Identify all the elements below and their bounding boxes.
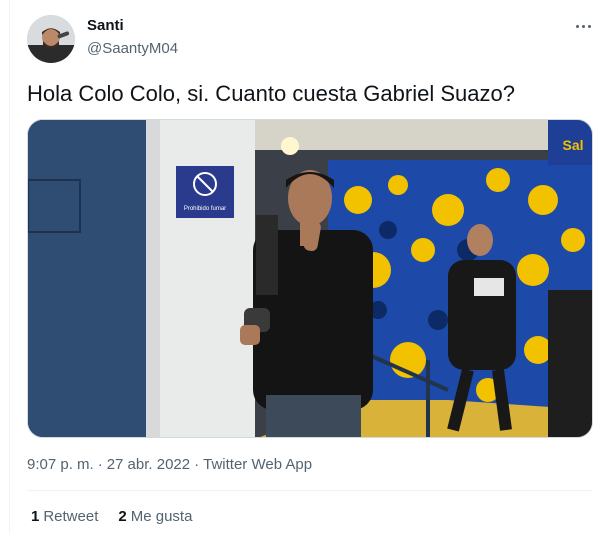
tweet-photo[interactable]: Prohibido fumar Sal — [27, 119, 593, 438]
author-handle[interactable]: @SaantyM04 — [87, 40, 178, 57]
tweet-time[interactable]: 9:07 p. m. — [27, 456, 94, 473]
no-smoking-sign-text: Prohibido fumar — [184, 206, 226, 212]
more-options-button[interactable] — [571, 14, 595, 38]
timeline-border — [9, 0, 10, 533]
author-display-name[interactable]: Santi — [87, 17, 124, 34]
meta-separator: · — [194, 456, 200, 473]
likes-count: 2 — [118, 508, 127, 525]
tweet-date[interactable]: 27 abr. 2022 — [107, 456, 190, 473]
meta-separator: · — [97, 456, 103, 473]
retweets-stat[interactable]: 1 Retweet — [31, 508, 98, 525]
mural-wall-text: Sal — [562, 137, 583, 153]
retweets-count: 1 — [31, 508, 40, 525]
divider — [27, 490, 593, 491]
tweet-stats: 1 Retweet 2 Me gusta — [31, 508, 192, 525]
ellipsis-icon — [575, 24, 579, 28]
likes-stat[interactable]: 2 Me gusta — [118, 508, 192, 525]
ellipsis-icon — [587, 24, 591, 28]
ellipsis-icon — [581, 24, 585, 28]
retweets-label: Retweet — [43, 508, 99, 525]
tweet-client[interactable]: Twitter Web App — [203, 456, 312, 473]
likes-label: Me gusta — [130, 508, 193, 525]
avatar[interactable] — [27, 15, 75, 63]
tweet-text: Hola Colo Colo, si. Cuanto cuesta Gabrie… — [27, 81, 515, 106]
tweet-meta: 9:07 p. m. · 27 abr. 2022 · Twitter Web … — [27, 456, 312, 473]
tweet-card: Santi @SaantyM04 Hola Colo Colo, si. Cua… — [0, 0, 609, 533]
